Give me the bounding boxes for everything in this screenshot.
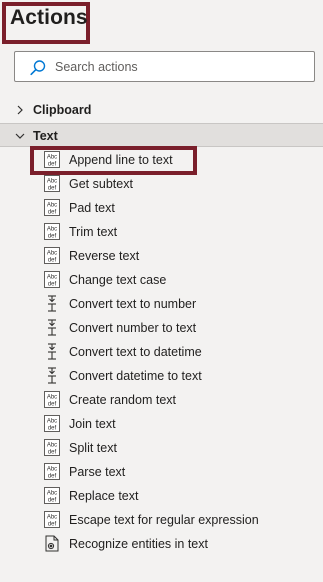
action-item[interactable]: Convert datetime to text — [0, 364, 323, 388]
action-item[interactable]: Abc def Replace text — [0, 484, 323, 508]
icon-glyph-abc: Abc — [47, 154, 57, 160]
action-item[interactable]: Convert text to datetime — [0, 340, 323, 364]
action-label: Convert datetime to text — [69, 369, 202, 383]
action-item[interactable]: Abc def Escape text for regular expression — [0, 508, 323, 532]
icon-glyph-abc: Abc — [47, 274, 57, 280]
text-abc-icon: Abc def — [44, 247, 60, 264]
action-item[interactable]: Abc def Join text — [0, 412, 323, 436]
text-abc-icon: Abc def — [44, 223, 60, 240]
icon-glyph-abc: Abc — [47, 250, 57, 256]
convert-icon — [44, 367, 60, 384]
icon-glyph-abc: Abc — [47, 178, 57, 184]
icon-glyph-def: def — [48, 425, 57, 431]
action-item[interactable]: Abc def Get subtext — [0, 172, 323, 196]
action-label: Convert text to datetime — [69, 345, 202, 359]
action-item[interactable]: Abc def Trim text — [0, 220, 323, 244]
icon-glyph-abc: Abc — [47, 490, 57, 496]
group-label-text: Text — [33, 129, 58, 143]
action-item[interactable]: Abc def Reverse text — [0, 244, 323, 268]
action-item[interactable]: Recognize entities in text — [0, 532, 323, 556]
action-item[interactable]: Abc def Create random text — [0, 388, 323, 412]
text-abc-icon: Abc def — [44, 175, 60, 192]
action-label: Convert text to number — [69, 297, 197, 311]
text-abc-icon: Abc def — [44, 511, 60, 528]
action-label: Split text — [69, 441, 117, 455]
text-abc-icon: Abc def — [44, 439, 60, 456]
actions-pane: Actions Clipboard Text AbcdefAppend line… — [0, 0, 323, 582]
icon-glyph-abc: Abc — [47, 226, 57, 232]
convert-icon — [44, 343, 60, 360]
action-item[interactable]: Abc def Append line to text — [0, 148, 323, 172]
action-item[interactable]: Abc def Pad text — [0, 196, 323, 220]
text-abc-icon: Abc def — [44, 391, 60, 408]
icon-glyph-abc: Abc — [47, 466, 57, 472]
icon-glyph-abc: Abc — [47, 442, 57, 448]
action-label: Pad text — [69, 201, 115, 215]
chevron-right-icon[interactable] — [14, 104, 26, 116]
search-icon — [30, 60, 46, 76]
icon-glyph-def: def — [48, 257, 57, 263]
icon-glyph-abc: Abc — [47, 202, 57, 208]
action-item[interactable]: Convert text to number — [0, 292, 323, 316]
group-text[interactable]: Text — [0, 123, 323, 147]
action-item[interactable]: Abc def Split text — [0, 436, 323, 460]
action-label: Append line to text — [69, 153, 173, 167]
action-label: Trim text — [69, 225, 118, 239]
group-label-clipboard: Clipboard — [33, 103, 92, 117]
group-clipboard[interactable]: Clipboard — [0, 98, 323, 122]
action-item[interactable]: Convert number to text — [0, 316, 323, 340]
text-abc-icon: Abc def — [44, 199, 60, 216]
text-abc-icon: Abc def — [44, 271, 60, 288]
search-input[interactable] — [55, 52, 305, 81]
page-title: Actions — [10, 6, 88, 29]
action-item[interactable]: Abc def Parse text — [0, 460, 323, 484]
chevron-down-icon[interactable] — [14, 130, 26, 142]
entity-icon — [44, 535, 60, 552]
action-label: Convert number to text — [69, 321, 197, 335]
action-label: Escape text for regular expression — [69, 513, 259, 527]
action-label: Recognize entities in text — [69, 537, 208, 551]
action-label: Parse text — [69, 465, 126, 479]
action-label: Join text — [69, 417, 116, 431]
icon-glyph-def: def — [48, 401, 57, 407]
icon-glyph-def: def — [48, 473, 57, 479]
text-abc-icon: Abc def — [44, 487, 60, 504]
icon-glyph-abc: Abc — [47, 418, 57, 424]
action-label: Change text case — [69, 273, 167, 287]
icon-glyph-def: def — [48, 233, 57, 239]
text-abc-icon: Abc def — [44, 415, 60, 432]
icon-glyph-def: def — [48, 209, 57, 215]
text-abc-icon: Abc def — [44, 151, 60, 168]
text-abc-icon: Abc def — [44, 463, 60, 480]
icon-glyph-def: def — [48, 521, 57, 527]
icon-glyph-abc: Abc — [47, 514, 57, 520]
action-label: Create random text — [69, 393, 176, 407]
icon-glyph-abc: Abc — [47, 394, 57, 400]
icon-glyph-def: def — [48, 281, 57, 287]
convert-icon — [44, 295, 60, 312]
icon-glyph-def: def — [48, 161, 57, 167]
action-item[interactable]: Abc def Change text case — [0, 268, 323, 292]
convert-icon — [44, 319, 60, 336]
action-label: Replace text — [69, 489, 139, 503]
icon-glyph-def: def — [48, 449, 57, 455]
action-label: Reverse text — [69, 249, 140, 263]
action-label: Get subtext — [69, 177, 133, 191]
icon-glyph-def: def — [48, 185, 57, 191]
icon-glyph-def: def — [48, 497, 57, 503]
search-box[interactable] — [14, 51, 315, 82]
